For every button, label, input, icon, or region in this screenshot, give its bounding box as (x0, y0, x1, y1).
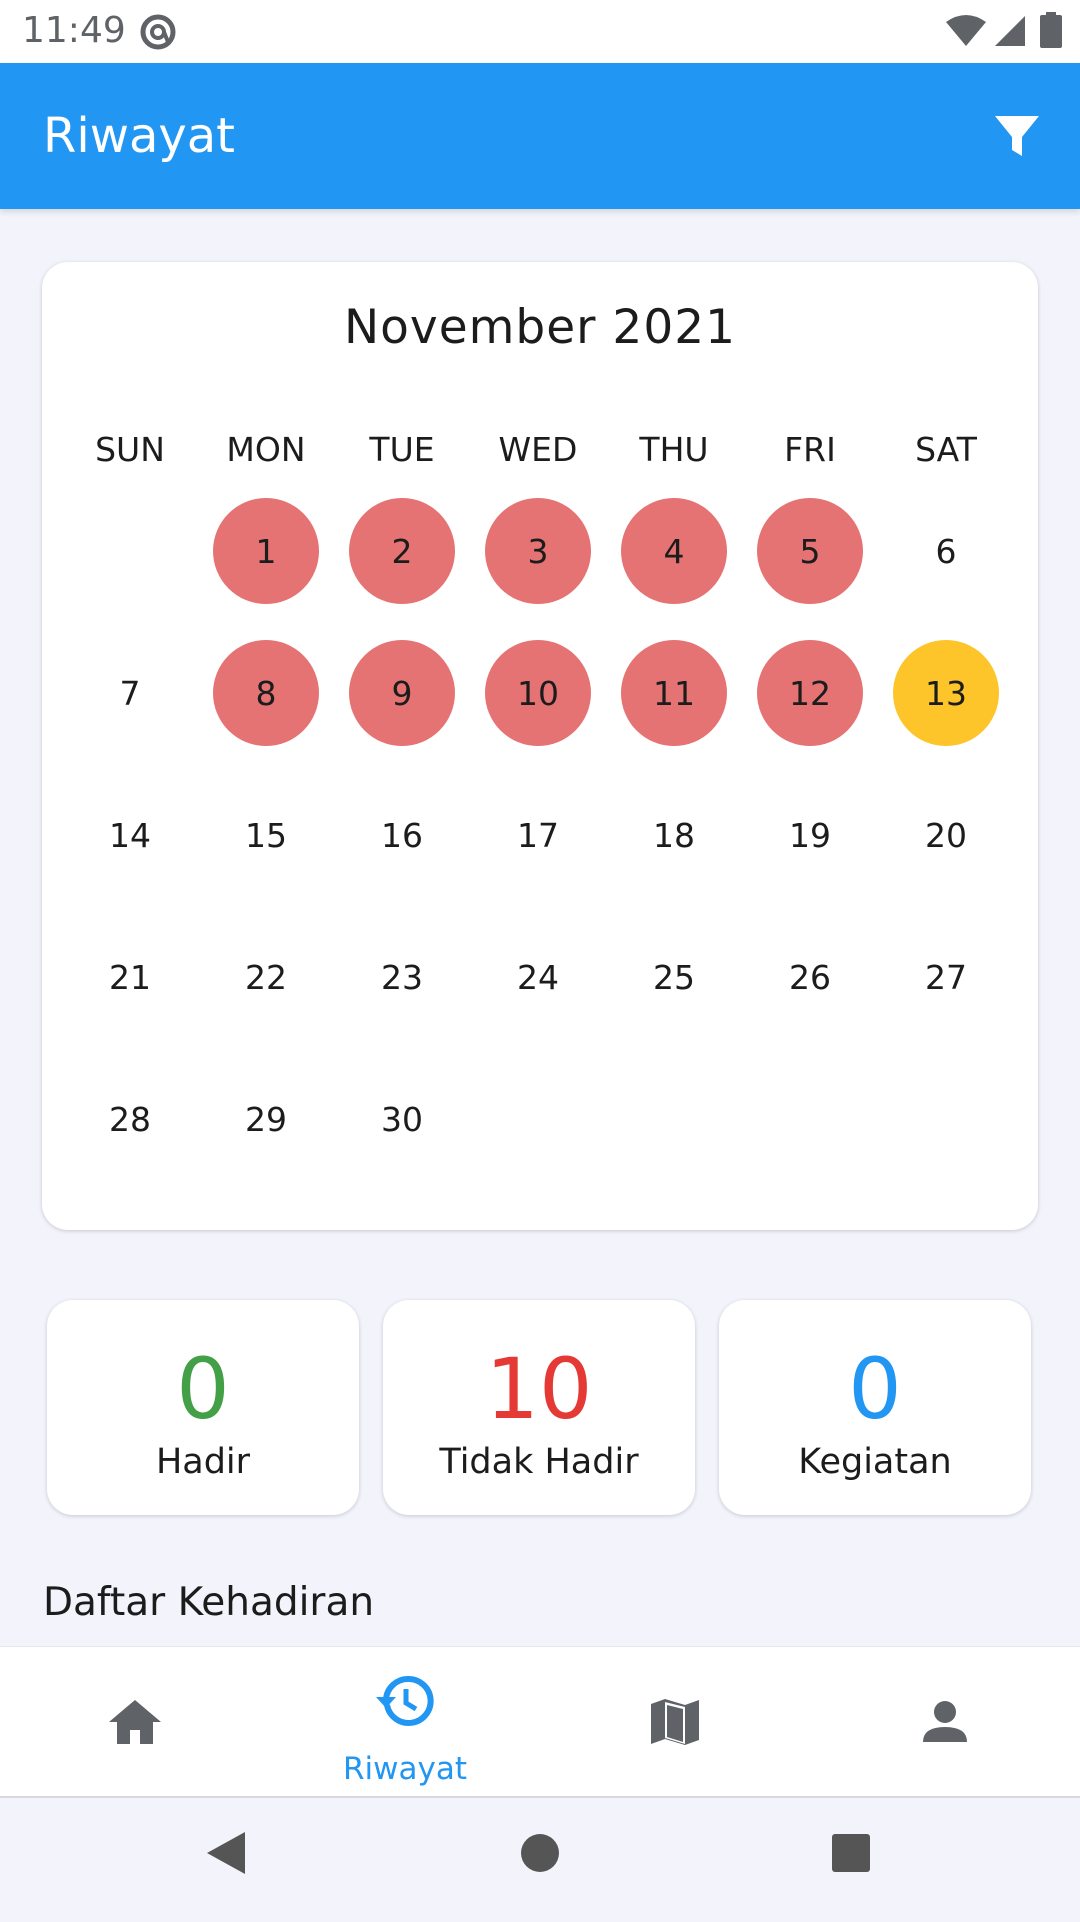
stat-value-kegiatan: 0 (848, 1340, 902, 1438)
weekday-sun: SUN (95, 430, 165, 469)
calendar-day-11[interactable]: 11 (621, 640, 727, 746)
calendar-day-26[interactable]: 26 (757, 924, 863, 1030)
calendar-day-14[interactable]: 14 (77, 782, 183, 888)
stat-label-kegiatan: Kegiatan (798, 1442, 952, 1482)
weekday-sat: SAT (915, 430, 977, 469)
calendar-day-12[interactable]: 12 (757, 640, 863, 746)
calendar-day-15[interactable]: 15 (213, 782, 319, 888)
calendar-card: November 2021 SUN MON TUE WED THU FRI SAT 1 2 3 4 5… (42, 262, 1038, 1230)
filter-icon[interactable] (992, 112, 1042, 162)
calendar-day-30[interactable]: 30 (349, 1066, 455, 1172)
nav-profile[interactable] (810, 1647, 1080, 1797)
nav-riwayat-label: Riwayat (343, 1751, 467, 1787)
calendar-day-25[interactable]: 25 (621, 924, 727, 1030)
weekday-thu: THU (639, 430, 709, 469)
calendar-day-27[interactable]: 27 (893, 924, 999, 1030)
nav-map[interactable] (540, 1647, 810, 1797)
weekday-tue: TUE (369, 430, 435, 469)
status-icons (945, 12, 1062, 52)
battery-icon (1040, 12, 1062, 48)
map-icon (651, 1699, 699, 1745)
back-icon[interactable] (203, 1828, 249, 1878)
stat-card-tidak-hadir: 10 Tidak Hadir (383, 1300, 695, 1515)
attendance-list-title: Daftar Kehadiran (43, 1580, 375, 1625)
weekday-fri: FRI (784, 430, 836, 469)
calendar-day-5[interactable]: 5 (757, 498, 863, 604)
calendar-day-29[interactable]: 29 (213, 1066, 319, 1172)
wifi-icon (945, 15, 986, 46)
calendar-day-4[interactable]: 4 (621, 498, 727, 604)
history-icon (376, 1675, 434, 1726)
calendar-day-1[interactable]: 1 (213, 498, 319, 604)
calendar-day-10[interactable]: 10 (485, 640, 591, 746)
status-time: 11:49 (22, 10, 126, 51)
stat-card-hadir: 0 Hadir (47, 1300, 359, 1515)
calendar-day-13[interactable]: 13 (893, 640, 999, 746)
calendar-day-9[interactable]: 9 (349, 640, 455, 746)
calendar-month-title: November 2021 (343, 300, 737, 355)
sync-icon (140, 14, 176, 50)
calendar-day-6[interactable]: 6 (893, 498, 999, 604)
system-nav-bar (0, 1796, 1080, 1922)
stat-card-kegiatan: 0 Kegiatan (719, 1300, 1031, 1515)
app-bar: Riwayat (0, 63, 1080, 209)
home-circle-icon[interactable] (519, 1828, 561, 1878)
signal-icon (994, 16, 1025, 46)
calendar-day-18[interactable]: 18 (621, 782, 727, 888)
nav-home[interactable] (0, 1647, 270, 1797)
home-icon (109, 1700, 161, 1744)
calendar-day-8[interactable]: 8 (213, 640, 319, 746)
bottom-nav: Riwayat (0, 1646, 1080, 1797)
calendar-day-17[interactable]: 17 (485, 782, 591, 888)
stat-label-hadir: Hadir (155, 1442, 251, 1482)
stat-value-hadir: 0 (176, 1340, 230, 1438)
person-icon (923, 1701, 967, 1742)
calendar-day-22[interactable]: 22 (213, 924, 319, 1030)
calendar-day-7[interactable]: 7 (77, 640, 183, 746)
recents-icon[interactable] (830, 1828, 872, 1878)
weekday-wed: WED (498, 430, 578, 469)
calendar-day-16[interactable]: 16 (349, 782, 455, 888)
nav-riwayat[interactable]: Riwayat (270, 1647, 540, 1797)
calendar-day-2[interactable]: 2 (349, 498, 455, 604)
calendar-day-21[interactable]: 21 (77, 924, 183, 1030)
calendar-day-23[interactable]: 23 (349, 924, 455, 1030)
calendar-day-20[interactable]: 20 (893, 782, 999, 888)
calendar-day-28[interactable]: 28 (77, 1066, 183, 1172)
stat-label-tidak-hadir: Tidak Hadir (439, 1442, 639, 1482)
calendar-day-24[interactable]: 24 (485, 924, 591, 1030)
calendar-day-19[interactable]: 19 (757, 782, 863, 888)
calendar-day-3[interactable]: 3 (485, 498, 591, 604)
status-bar: 11:49 (0, 0, 1080, 63)
page-title: Riwayat (43, 108, 235, 164)
stat-value-tidak-hadir: 10 (485, 1340, 593, 1438)
weekday-mon: MON (226, 430, 306, 469)
